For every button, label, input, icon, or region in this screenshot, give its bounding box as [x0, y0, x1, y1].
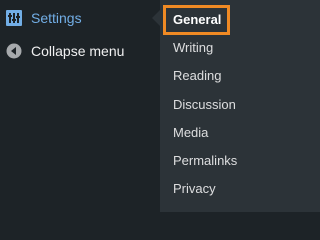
collapse-menu-button[interactable]: Collapse menu	[0, 34, 160, 68]
submenu-pointer-arrow	[152, 10, 160, 26]
submenu-item-discussion[interactable]: Discussion	[173, 96, 236, 114]
menu-item-settings-label: Settings	[31, 10, 82, 26]
submenu-item-writing[interactable]: Writing	[173, 39, 213, 57]
submenu-item-media[interactable]: Media	[173, 124, 208, 142]
admin-sidebar-menu: Settings Collapse menu	[0, 0, 160, 212]
settings-sliders-icon	[6, 10, 22, 26]
submenu-item-reading[interactable]: Reading	[173, 67, 221, 85]
collapse-menu-label: Collapse menu	[31, 43, 125, 59]
collapse-arrow-icon	[6, 43, 22, 59]
submenu-item-privacy[interactable]: Privacy	[173, 180, 216, 198]
submenu-item-general[interactable]: General	[173, 11, 221, 29]
settings-submenu: General Writing Reading Discussion Media…	[160, 0, 320, 212]
menu-item-settings[interactable]: Settings	[0, 1, 160, 35]
submenu-item-permalinks[interactable]: Permalinks	[173, 152, 237, 170]
